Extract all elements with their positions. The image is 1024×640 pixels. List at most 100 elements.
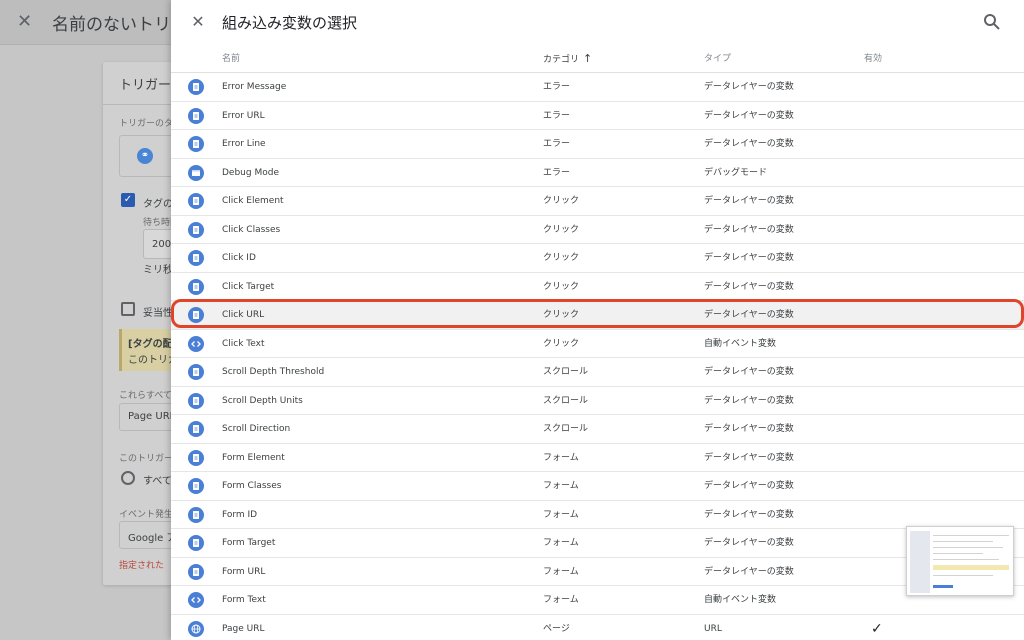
variable-name: Form Target xyxy=(222,538,276,548)
table-row[interactable]: Click Text クリック 自動イベント変数 xyxy=(171,330,1024,358)
variable-category: エラー xyxy=(543,139,571,149)
table-row[interactable]: Click Element クリック データレイヤーの変数 xyxy=(171,187,1024,216)
table-row[interactable]: Click ID クリック データレイヤーの変数 xyxy=(171,244,1024,273)
document-icon xyxy=(188,506,204,523)
variable-name: Scroll Depth Threshold xyxy=(222,367,325,377)
variable-name: Form Element xyxy=(222,452,285,463)
panel-header: ✕ 組み込み変数の選択 xyxy=(171,0,1024,46)
variable-category: フォーム xyxy=(543,595,579,605)
variable-category: スクロール xyxy=(543,424,589,434)
all-radio[interactable] xyxy=(121,471,135,485)
variable-category: エラー xyxy=(543,110,571,121)
document-icon xyxy=(188,392,204,409)
document-icon xyxy=(188,421,204,437)
variable-name: Error URL xyxy=(222,110,265,121)
table-row[interactable]: Page URL ページ URL ✓ xyxy=(171,615,1024,640)
close-button[interactable]: ✕ xyxy=(188,12,208,32)
table-row[interactable]: Form Target フォーム データレイヤーの変数 xyxy=(171,529,1024,558)
column-header-name[interactable]: 名前 xyxy=(222,50,240,72)
window-icon xyxy=(188,164,204,181)
document-icon xyxy=(188,79,204,95)
wait-for-tags-checkbox[interactable]: ✓ xyxy=(121,193,135,207)
document-icon xyxy=(188,535,204,551)
table-row[interactable]: Form Text フォーム 自動イベント変数 xyxy=(171,586,1024,615)
search-button[interactable] xyxy=(982,12,1002,32)
check-validation-checkbox[interactable] xyxy=(121,302,135,316)
variable-type: データレイヤーの変数 xyxy=(704,253,794,263)
variable-name: Form ID xyxy=(222,509,258,520)
table-row[interactable]: Scroll Depth Units スクロール データレイヤーの変数 xyxy=(171,387,1024,415)
screenshot-thumbnail[interactable] xyxy=(906,526,1014,596)
variable-type: 自動イベント変数 xyxy=(704,338,777,349)
variable-category: クリック xyxy=(543,338,580,349)
variable-type: データレイヤーの変数 xyxy=(704,367,794,377)
variable-category: クリック xyxy=(543,310,580,320)
table-row[interactable]: Error Message エラー データレイヤーの変数 xyxy=(171,73,1024,102)
variable-type: データレイヤーの変数 xyxy=(704,424,794,434)
variable-category: クリック xyxy=(543,196,580,206)
variable-category: スクロール xyxy=(543,367,589,377)
variable-category: フォーム xyxy=(543,452,579,463)
variable-category: エラー xyxy=(543,167,571,178)
google-select-value: Google ア xyxy=(128,533,177,544)
variable-name: Form Classes xyxy=(222,481,282,491)
variable-type: デバッグモード xyxy=(704,167,768,178)
table-row[interactable]: Scroll Depth Threshold スクロール データレイヤーの変数 xyxy=(171,358,1024,387)
variable-type: データレイヤーの変数 xyxy=(704,452,794,463)
event-label: イベント発生 xyxy=(119,510,174,520)
variable-category: スクロール xyxy=(543,395,589,406)
document-icon xyxy=(188,364,204,380)
table-row[interactable]: Form ID フォーム データレイヤーの変数 xyxy=(171,501,1024,529)
sort-ascending-icon: ↑ xyxy=(583,52,593,65)
variable-name: Scroll Direction xyxy=(222,424,291,434)
wait-for-tags-label: タグの xyxy=(143,199,173,210)
builtin-variables-panel: ✕ 組み込み変数の選択 名前 カテゴリ ↑ タイプ 有効 Error Messag… xyxy=(171,0,1024,640)
trigger-type-label: トリガーのタ xyxy=(119,119,174,129)
variable-name: Click Classes xyxy=(222,224,281,235)
variable-type: データレイヤーの変数 xyxy=(704,509,794,520)
close-icon: ✕ xyxy=(191,12,205,31)
column-header-category[interactable]: カテゴリ ↑ xyxy=(543,50,592,72)
variable-category: フォーム xyxy=(543,566,579,577)
variable-name: Click Target xyxy=(222,281,275,292)
variable-type: データレイヤーの変数 xyxy=(704,110,794,121)
document-icon xyxy=(188,221,204,238)
document-icon xyxy=(188,563,204,580)
code-icon xyxy=(188,335,204,352)
table-row[interactable]: Form Classes フォーム データレイヤーの変数 xyxy=(171,472,1024,501)
document-icon xyxy=(188,278,204,295)
table-row[interactable]: Click Classes クリック データレイヤーの変数 xyxy=(171,216,1024,244)
variable-category: クリック xyxy=(543,224,580,235)
table-row[interactable]: Click Target クリック データレイヤーの変数 xyxy=(171,273,1024,301)
variable-type: データレイヤーの変数 xyxy=(704,139,794,149)
column-header-type[interactable]: タイプ xyxy=(704,50,731,72)
fire-conditions-label: これらすべて xyxy=(119,391,172,401)
code-icon xyxy=(188,592,204,608)
warning-text: 指定された xyxy=(119,561,165,571)
variable-name: Scroll Depth Units xyxy=(222,395,303,406)
variable-type: データレイヤーの変数 xyxy=(704,82,794,92)
close-icon[interactable]: ✕ xyxy=(17,11,32,32)
variable-category: フォーム xyxy=(543,481,579,491)
variable-name: Click Element xyxy=(222,196,284,206)
table-row[interactable]: Debug Mode エラー デバッグモード xyxy=(171,159,1024,187)
table-row[interactable]: Form URL フォーム データレイヤーの変数 xyxy=(171,558,1024,586)
document-icon xyxy=(188,107,204,124)
all-radio-label: すべて xyxy=(143,476,172,487)
variable-type: データレイヤーの変数 xyxy=(704,196,794,206)
enabled-check: ✓ xyxy=(871,620,883,637)
variable-type: URL xyxy=(704,623,722,634)
table-row[interactable]: Error URL エラー データレイヤーの変数 xyxy=(171,102,1024,130)
table-row[interactable]: Click URL クリック データレイヤーの変数 xyxy=(171,301,1024,330)
check-validation-label: 妥当性 xyxy=(143,308,173,319)
search-icon xyxy=(984,14,1000,30)
variable-category: クリック xyxy=(543,253,580,263)
link-icon: ⚭ xyxy=(137,148,153,164)
variable-type: データレイヤーの変数 xyxy=(704,224,794,235)
table-row[interactable]: Form Element フォーム データレイヤーの変数 xyxy=(171,444,1024,472)
variable-name: Form Text xyxy=(222,595,266,605)
document-icon xyxy=(188,307,204,323)
table-row[interactable]: Error Line エラー データレイヤーの変数 xyxy=(171,130,1024,159)
table-row[interactable]: Scroll Direction スクロール データレイヤーの変数 xyxy=(171,415,1024,444)
column-header-enabled[interactable]: 有効 xyxy=(864,50,882,72)
